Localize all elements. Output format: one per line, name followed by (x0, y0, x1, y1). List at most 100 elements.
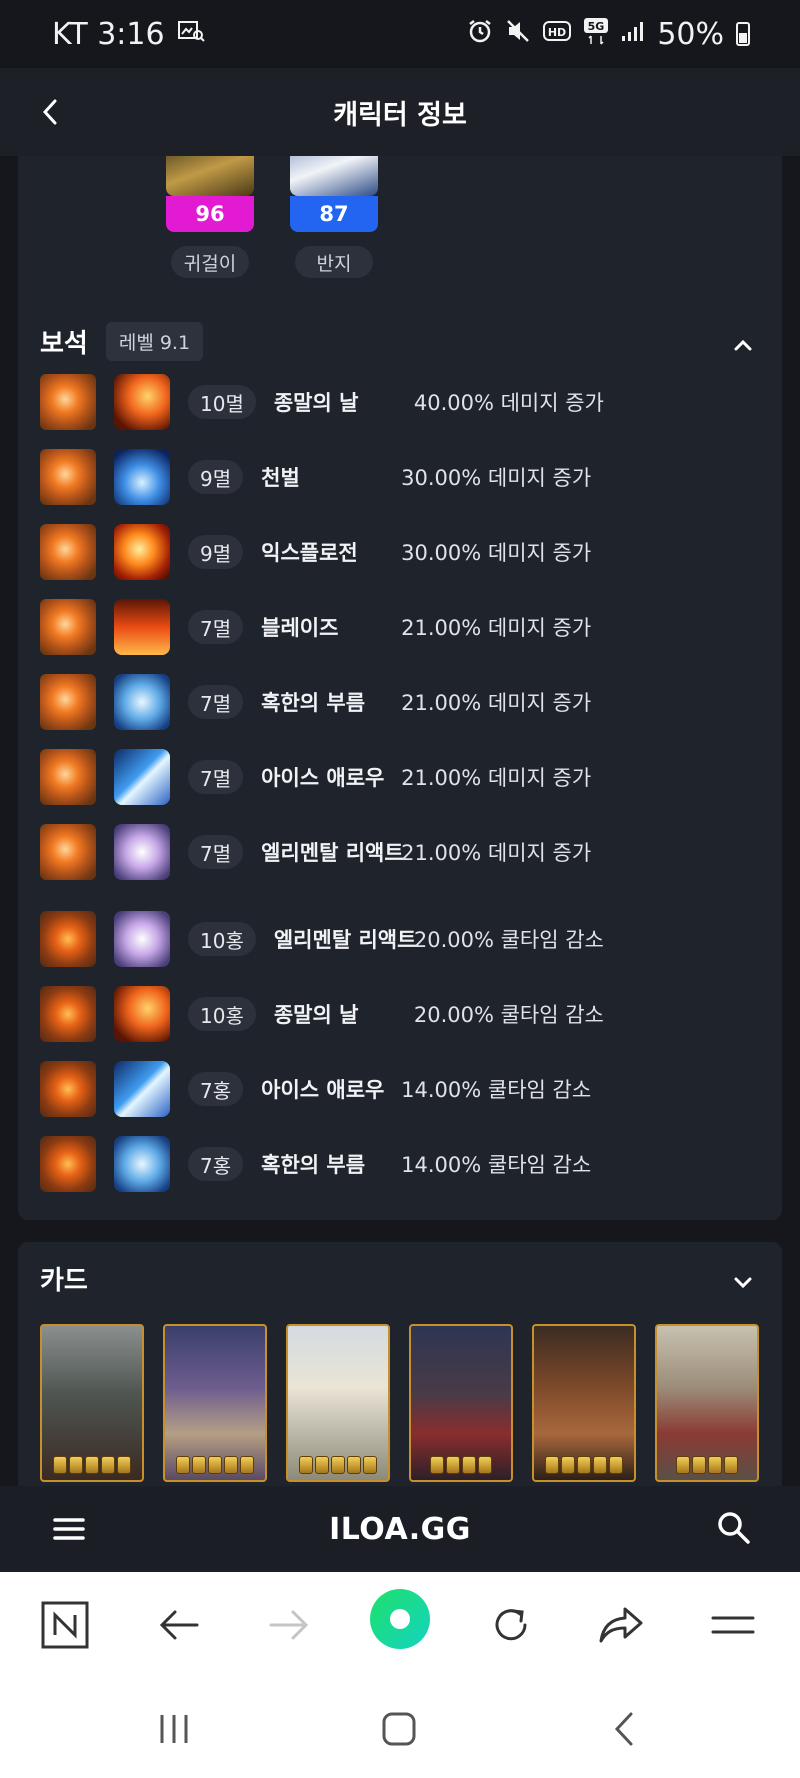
cooldown-gem-icon (40, 1136, 96, 1192)
accessory-ring[interactable]: 87 반지 (290, 156, 378, 278)
browser-back-button[interactable] (148, 1594, 210, 1656)
gem-skill-name: 엘리멘탈 리액트 (261, 841, 404, 865)
card-6[interactable] (655, 1324, 759, 1482)
site-logo[interactable]: ILOA.GG (329, 1512, 471, 1547)
page-title: 캐릭터 정보 (333, 99, 467, 131)
gem-row[interactable]: 10홍 엘리멘탈 리액트 20.00% 쿨타임 감소 (40, 911, 760, 967)
green-dot-icon (370, 1589, 430, 1649)
gem-skill-name: 블레이즈 (261, 616, 339, 640)
damage-gem-icon (40, 674, 96, 730)
gem-level: 10홍 (188, 922, 256, 956)
reload-button[interactable] (480, 1594, 542, 1656)
gem-effect: 21.00% 데미지 증가 (401, 691, 592, 715)
app-header: 캐릭터 정보 (0, 68, 800, 156)
gem-row[interactable]: 7홍 혹한의 부름 14.00% 쿨타임 감소 (40, 1136, 760, 1192)
search-button[interactable] (716, 1510, 752, 1546)
card-awakening-stars (169, 1456, 261, 1474)
gem-skill-name: 아이스 애로우 (261, 766, 385, 790)
back-icon (614, 1712, 633, 1746)
ice-arrow-skill-icon (114, 749, 170, 805)
gem-effect: 20.00% 쿨타임 감소 (413, 928, 604, 952)
accessory-earring[interactable]: 96 귀걸이 (166, 156, 254, 278)
gem-effect: 40.00% 데미지 증가 (413, 391, 604, 415)
card-awakening-stars (415, 1456, 507, 1474)
gem-level: 7홍 (188, 1147, 244, 1181)
damage-gem-icon (40, 524, 96, 580)
expand-button[interactable] (728, 1268, 758, 1298)
arrow-left-icon (159, 1610, 199, 1640)
cards-title: 카드 (40, 1266, 88, 1296)
share-button[interactable] (590, 1594, 652, 1656)
gem-skill-name: 익스플로전 (261, 541, 358, 565)
gem-row[interactable]: 7홍 아이스 애로우 14.00% 쿨타임 감소 (40, 1061, 760, 1117)
card-5[interactable] (532, 1324, 636, 1482)
card-2[interactable] (163, 1324, 267, 1482)
back-button[interactable] (30, 90, 70, 134)
gem-effect: 14.00% 쿨타임 감소 (401, 1078, 592, 1102)
gem-row[interactable]: 7멸 엘리멘탈 리액트 21.00% 데미지 증가 (40, 824, 760, 880)
naver-n-icon (41, 1601, 89, 1649)
gem-skill-name: 천벌 (261, 466, 300, 490)
snowflake-skill-icon (114, 674, 170, 730)
gem-row[interactable]: 9멸 익스플로전 30.00% 데미지 증가 (40, 524, 760, 580)
browser-menu-button[interactable] (702, 1594, 764, 1656)
gem-effect: 21.00% 데미지 증가 (401, 766, 592, 790)
network-5g-icon: 5G (583, 17, 609, 51)
naver-green-dot-button[interactable] (369, 1588, 431, 1650)
browser-forward-button[interactable] (258, 1594, 320, 1656)
damage-gem-icon (40, 824, 96, 880)
naver-home-button[interactable] (34, 1594, 96, 1656)
chevron-down-icon (734, 1277, 752, 1289)
gem-skill-name: 아이스 애로우 (261, 1078, 385, 1102)
chevron-up-icon (734, 339, 752, 351)
gem-row[interactable]: 10멸 종말의 날 40.00% 데미지 증가 (40, 374, 760, 430)
damage-gem-icon (40, 599, 96, 655)
signal-icon (621, 20, 645, 48)
lightning-bolt-skill-icon (114, 449, 170, 505)
earring-image (166, 156, 254, 196)
card-3[interactable] (286, 1324, 390, 1482)
gem-skill-name: 종말의 날 (273, 391, 359, 415)
accessory-label: 반지 (295, 246, 373, 278)
chevron-left-icon (42, 99, 57, 125)
gem-row[interactable]: 9멸 천벌 30.00% 데미지 증가 (40, 449, 760, 505)
gem-row[interactable]: 7멸 아이스 애로우 21.00% 데미지 증가 (40, 749, 760, 805)
gem-effect: 14.00% 쿨타임 감소 (401, 1153, 592, 1177)
collapse-button[interactable] (728, 330, 758, 360)
cards-panel: 카드 (18, 1242, 782, 1486)
recent-apps-button[interactable] (144, 1704, 204, 1754)
gem-level: 7멸 (188, 835, 244, 869)
gem-row[interactable]: 7멸 블레이즈 21.00% 데미지 증가 (40, 599, 760, 655)
share-icon (599, 1607, 643, 1643)
cooldown-gem-icon (40, 986, 96, 1042)
gem-effect: 30.00% 데미지 증가 (401, 541, 592, 565)
ice-arrow-skill-icon (114, 1061, 170, 1117)
battery-icon (736, 22, 750, 46)
arrow-right-icon (269, 1610, 309, 1640)
menu-button[interactable] (52, 1512, 86, 1546)
browser-toolbar (0, 1572, 800, 1678)
home-button[interactable] (369, 1704, 429, 1754)
content-area[interactable]: 96 귀걸이 87 반지 보석 레벨 9.1 10멸 종말의 날 40.00% 데미… (0, 156, 800, 1486)
card-4[interactable] (409, 1324, 513, 1482)
card-awakening-stars (661, 1456, 753, 1474)
gems-header: 보석 레벨 9.1 (40, 322, 204, 361)
card-awakening-stars (46, 1456, 138, 1474)
card-awakening-stars (538, 1456, 630, 1474)
accessory-label: 귀걸이 (171, 246, 249, 278)
damage-gem-icon (40, 449, 96, 505)
svg-text:HD: HD (548, 26, 566, 39)
gem-effect: 21.00% 데미지 증가 (401, 841, 592, 865)
gem-level-badge: 레벨 9.1 (105, 322, 204, 361)
accessory-quality: 87 (290, 196, 378, 232)
menu-lines-icon (711, 1616, 755, 1634)
gem-row[interactable]: 7멸 혹한의 부름 21.00% 데미지 증가 (40, 674, 760, 730)
gem-row[interactable]: 10홍 종말의 날 20.00% 쿨타임 감소 (40, 986, 760, 1042)
card-1[interactable] (40, 1324, 144, 1482)
system-back-button[interactable] (594, 1704, 654, 1754)
gem-level: 7멸 (188, 760, 244, 794)
flame-meteor-skill-icon (114, 986, 170, 1042)
svg-text:5G: 5G (588, 20, 605, 33)
carrier-time: KT 3:16 (52, 16, 165, 52)
fire-wall-skill-icon (114, 599, 170, 655)
